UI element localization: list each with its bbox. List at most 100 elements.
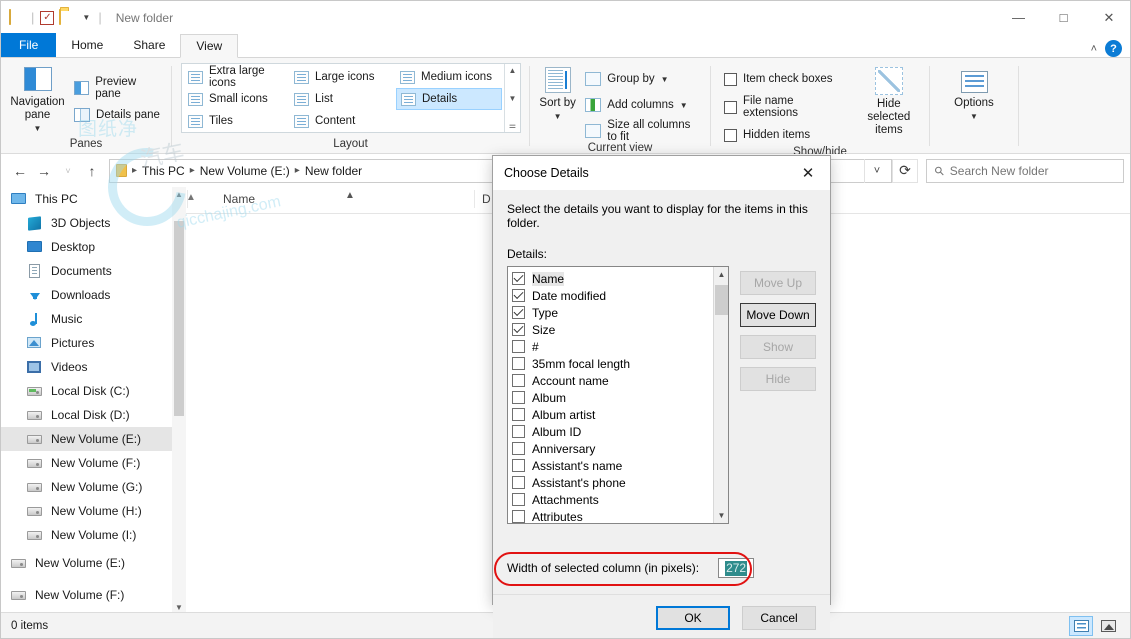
detail-list-item[interactable]: Type — [512, 304, 713, 321]
sidebar-item-new-volume-g[interactable]: New Volume (G:) — [1, 475, 186, 499]
detail-list-item[interactable]: Attachments — [512, 491, 713, 508]
close-button[interactable]: ✕ — [1086, 1, 1131, 34]
checkbox-icon[interactable] — [512, 357, 525, 370]
scroll-thumb[interactable] — [174, 221, 184, 416]
sidebar-item-new-volume-f[interactable]: New Volume (F:) — [1, 579, 186, 611]
minimize-button[interactable]: — — [996, 1, 1041, 34]
detail-list-item[interactable]: Account name — [512, 372, 713, 389]
checkbox-icon[interactable] — [512, 408, 525, 421]
up-button[interactable]: ↑ — [81, 159, 103, 183]
checkbox-icon[interactable] — [512, 391, 525, 404]
chevron-down-icon[interactable]: ▼ — [661, 75, 669, 84]
chevron-down-icon[interactable]: ▼ — [80, 13, 92, 22]
checkbox-checked-icon[interactable] — [512, 306, 525, 319]
chevron-down-icon[interactable]: ▼ — [970, 110, 978, 123]
move-up-button[interactable]: Move Up — [740, 271, 816, 295]
back-button[interactable]: ← — [9, 159, 31, 183]
sidebar-item-new-volume-e[interactable]: New Volume (E:) — [1, 547, 186, 579]
detail-list-item[interactable]: Album — [512, 389, 713, 406]
column-width-input[interactable]: 272 — [718, 558, 754, 578]
layout-extra-large-icons[interactable]: Extra large icons — [184, 66, 290, 88]
sidebar-item-local-disk-d[interactable]: Local Disk (D:) — [1, 403, 186, 427]
group-by-button[interactable]: Group by ▼ — [582, 68, 703, 90]
tab-file[interactable]: File — [1, 33, 56, 57]
sort-by-button[interactable]: Sort by ▼ — [539, 63, 576, 123]
sidebar-item-this-pc[interactable]: This PC — [1, 187, 186, 211]
add-columns-button[interactable]: Add columns ▼ — [582, 94, 703, 116]
layout-large-icons[interactable]: Large icons — [290, 66, 396, 88]
checkbox-icon[interactable] — [724, 73, 737, 86]
sidebar-item-music[interactable]: Music — [1, 307, 186, 331]
layout-details[interactable]: Details — [396, 88, 502, 110]
detail-list-item[interactable]: Anniversary — [512, 440, 713, 457]
layout-content[interactable]: Content — [290, 110, 396, 132]
detail-list-item[interactable]: Assistant's phone — [512, 474, 713, 491]
tab-view[interactable]: View — [180, 34, 238, 58]
item-check-boxes-option[interactable]: Item check boxes — [721, 68, 848, 90]
ok-button[interactable]: OK — [656, 606, 730, 630]
checkbox-icon[interactable] — [724, 129, 737, 142]
sidebar-item-desktop[interactable]: Desktop — [1, 235, 186, 259]
chevron-down-icon[interactable]: ▼ — [680, 101, 688, 110]
sidebar-item-downloads[interactable]: Downloads — [1, 283, 186, 307]
options-button[interactable]: Options ▼ — [939, 63, 1009, 123]
checkbox-icon[interactable] — [512, 374, 525, 387]
preview-pane-button[interactable]: Preview pane — [71, 77, 164, 99]
gallery-scrollbar[interactable]: ▲ ▼ ⚌ — [504, 64, 520, 132]
new-folder-icon[interactable] — [59, 10, 75, 26]
checkbox-icon[interactable] — [512, 493, 525, 506]
checkbox-icon[interactable] — [512, 459, 525, 472]
navigation-scrollbar[interactable]: ▲ ▼ — [172, 187, 186, 614]
scroll-down-icon[interactable]: ▼ — [714, 508, 729, 523]
detail-list-item[interactable]: # — [512, 338, 713, 355]
recent-locations-button[interactable]: ˅ — [57, 159, 79, 183]
chevron-down-icon[interactable]: ▼ — [34, 122, 42, 135]
large-icons-view-button[interactable] — [1096, 616, 1120, 636]
scroll-up-icon[interactable]: ▲ — [714, 267, 729, 282]
maximize-button[interactable]: □ — [1041, 1, 1086, 34]
chevron-down-icon[interactable]: ▼ — [554, 110, 562, 123]
checkbox-checked-icon[interactable] — [512, 289, 525, 302]
details-listbox[interactable]: NameDate modifiedTypeSize#35mm focal len… — [507, 266, 729, 524]
checkbox-icon[interactable] — [512, 425, 525, 438]
file-name-extensions-option[interactable]: File name extensions — [721, 96, 848, 118]
sidebar-item-3d-objects[interactable]: 3D Objects — [1, 211, 186, 235]
chevron-down-icon[interactable]: ˅ — [865, 159, 889, 183]
detail-list-item[interactable]: Album ID — [512, 423, 713, 440]
sidebar-item-videos[interactable]: Videos — [1, 355, 186, 379]
checkbox-checked-icon[interactable] — [512, 323, 525, 336]
close-icon[interactable]: ✕ — [786, 156, 830, 190]
sidebar-item-new-volume-e[interactable]: New Volume (E:) — [1, 427, 186, 451]
scroll-thumb[interactable] — [715, 285, 728, 315]
show-button[interactable]: Show — [740, 335, 816, 359]
hidden-items-option[interactable]: Hidden items — [721, 124, 848, 146]
search-input[interactable]: Search New folder — [950, 164, 1049, 178]
detail-list-item[interactable]: Attributes — [512, 508, 713, 524]
hide-button[interactable]: Hide — [740, 367, 816, 391]
checkbox-checked-icon[interactable] — [512, 272, 525, 285]
details-pane-button[interactable]: Details pane — [71, 104, 164, 126]
detail-list-item[interactable]: Assistant's name — [512, 457, 713, 474]
breadcrumb-this-pc[interactable]: This PC — [138, 160, 189, 182]
checkbox-icon[interactable] — [512, 510, 525, 523]
checkbox-icon[interactable]: ✓ — [40, 11, 54, 25]
detail-list-item[interactable]: Size — [512, 321, 713, 338]
sidebar-item-documents[interactable]: Documents — [1, 259, 186, 283]
cancel-button[interactable]: Cancel — [742, 606, 816, 630]
sidebar-item-new-volume-f[interactable]: New Volume (F:) — [1, 451, 186, 475]
listbox-scrollbar[interactable]: ▲ ▼ — [713, 267, 728, 523]
column-width-value[interactable]: 272 — [725, 561, 747, 576]
hide-selected-items-button[interactable]: Hide selected items — [856, 63, 922, 137]
folder-icon[interactable] — [9, 10, 25, 26]
layout-list[interactable]: List — [290, 88, 396, 110]
navigation-pane-button[interactable]: Navigation pane ▼ — [8, 63, 67, 135]
details-view-button[interactable] — [1069, 616, 1093, 636]
detail-list-item[interactable]: 35mm focal length — [512, 355, 713, 372]
layout-tiles[interactable]: Tiles — [184, 110, 290, 132]
sidebar-item-local-disk-c[interactable]: Local Disk (C:) — [1, 379, 186, 403]
scroll-down-icon[interactable]: ▼ — [509, 94, 517, 103]
move-down-button[interactable]: Move Down — [740, 303, 816, 327]
detail-list-item[interactable]: Album artist — [512, 406, 713, 423]
gallery-more-icon[interactable]: ⚌ — [509, 121, 516, 130]
checkbox-icon[interactable] — [724, 101, 737, 114]
